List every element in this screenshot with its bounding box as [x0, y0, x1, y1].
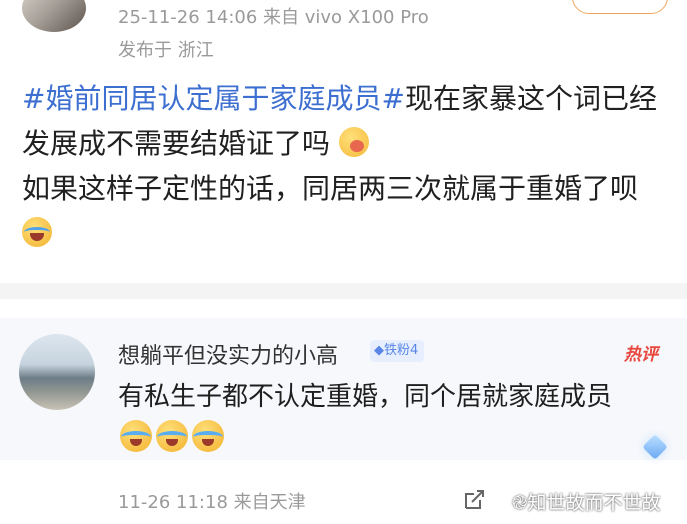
share-icon[interactable]: [462, 488, 486, 512]
commenter-avatar[interactable]: [19, 334, 95, 410]
fan-badge-label: 铁粉4: [384, 343, 419, 358]
watermark-logo-icon: ֎: [512, 492, 528, 514]
watermark-text: 知世故而不世故: [527, 492, 661, 514]
cry-emoji-icon: [192, 420, 224, 452]
cry-emoji-icon: [156, 420, 188, 452]
follow-button[interactable]: [572, 0, 668, 14]
watermark: ֎知世故而不世故: [512, 488, 661, 515]
post-author-avatar[interactable]: [22, 0, 86, 32]
post-content: #婚前同居认定属于家庭成员#现在家暴这个词已经发展成不需要结婚证了吗 如果这样子…: [22, 76, 672, 256]
laugh-cry-emoji-icon: [22, 217, 52, 247]
yum-face-emoji-icon: [338, 127, 369, 157]
fan-badge: ◆铁粉4: [370, 340, 425, 362]
diamond-badge-icon: ◆: [374, 343, 384, 358]
comment-time-location: 11-26 11:18 来自天津: [118, 492, 306, 513]
commenter-name[interactable]: 想躺平但没实力的小高: [118, 338, 338, 370]
post-time-device: 25-11-26 14:06 来自 vivo X100 Pro: [118, 7, 429, 28]
comment-emoji-row: [120, 420, 224, 452]
comment-text: 有私生子都不认定重婚，同个居就家庭成员: [118, 382, 613, 412]
post-hashtag[interactable]: #婚前同居认定属于家庭成员#: [22, 82, 405, 115]
post-location: 发布于 浙江: [118, 40, 214, 61]
cry-emoji-icon: [120, 420, 152, 452]
section-divider: [0, 283, 687, 299]
hot-comment-badge: 热评: [624, 345, 658, 365]
post-text-2: 如果这样子定性的话，同居两三次就属于重婚了呗: [22, 172, 639, 205]
